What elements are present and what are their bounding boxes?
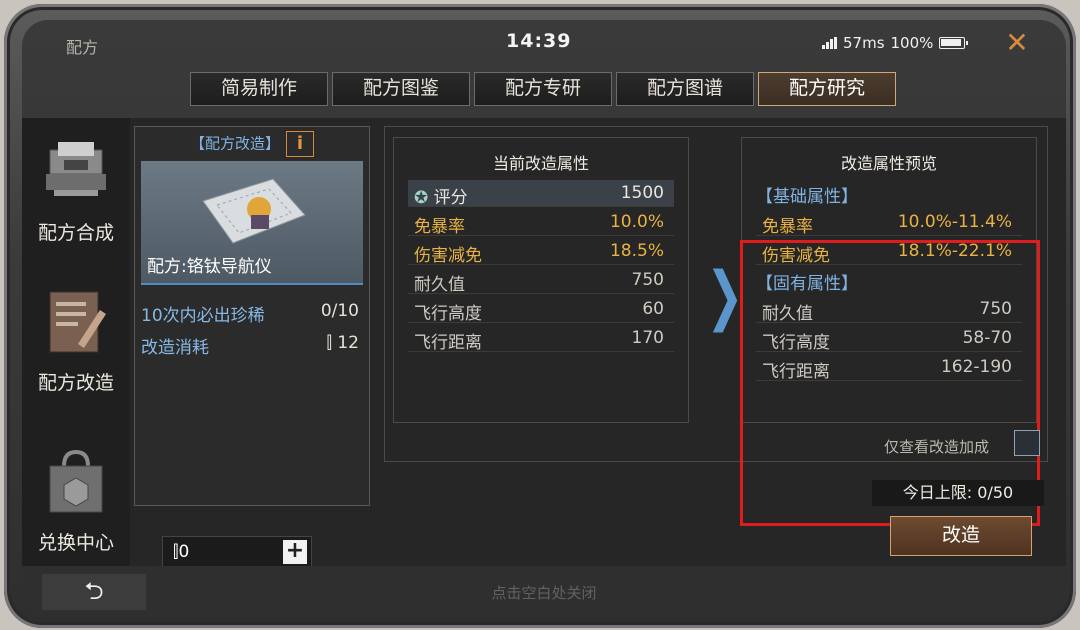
network-status: 57ms 100% bbox=[822, 34, 969, 52]
tab-recipe-atlas[interactable]: 配方图谱 bbox=[616, 72, 754, 106]
guarantee-value: 0/10 bbox=[320, 301, 359, 321]
blueprint-icon bbox=[202, 178, 306, 244]
stat-value: 750 bbox=[631, 270, 664, 290]
stat-row-flight-altitude: 飞行高度 60 bbox=[408, 296, 674, 324]
stat-value: 18.5% bbox=[609, 241, 664, 261]
sidebar-item-label: 配方合成 bbox=[37, 222, 114, 244]
quantity-value-wrap: ⫿0 bbox=[173, 542, 189, 562]
battery-icon bbox=[939, 37, 969, 49]
plus-button[interactable]: + bbox=[283, 540, 307, 564]
tab-recipe-specialty[interactable]: 配方专研 bbox=[474, 72, 612, 106]
recipe-item[interactable]: 配方:铬钛导航仪 bbox=[141, 161, 363, 285]
tab-recipe-research[interactable]: 配方研究 bbox=[758, 72, 896, 106]
quantity-stepper: ⫿0 + bbox=[162, 536, 312, 568]
status-bar: 配方 14:39 57ms 100% ✕ bbox=[22, 20, 1066, 64]
screen: 配方 14:39 57ms 100% ✕ 简易制作 配方图鉴 配方专研 配方图谱… bbox=[22, 20, 1066, 618]
bottom-bar: ⮌ 点击空白处关闭 bbox=[22, 566, 1066, 618]
stat-label: 耐久值 bbox=[414, 275, 465, 295]
only-show-checkbox[interactable] bbox=[1014, 430, 1040, 456]
only-show-label: 仅查看改造加成 bbox=[884, 438, 990, 456]
sidebar-item-recipe-synthesis[interactable]: 配方合成 bbox=[22, 136, 130, 245]
window-title: 配方 bbox=[66, 38, 99, 57]
close-icon[interactable]: ✕ bbox=[1000, 26, 1034, 60]
ping-value: 57ms bbox=[843, 34, 885, 52]
stat-label: 评分 bbox=[433, 188, 468, 208]
basic-attributes-heading: 【基础属性】 bbox=[756, 187, 858, 207]
stat-row-durability: 耐久值 750 bbox=[408, 267, 674, 295]
sidebar-item-exchange-center[interactable]: 兑换中心 bbox=[22, 446, 130, 555]
star-badge-icon: ✪ bbox=[414, 188, 429, 208]
main-panel: 配方合成 配方改造 兑换中心 【配方改造】 i 配方:铬钛导航仪 10次内必出珍… bbox=[22, 118, 1066, 568]
clock: 14:39 bbox=[506, 30, 572, 52]
chevron-right-icon: ❯ bbox=[706, 259, 744, 333]
preview-attributes-title: 改造属性预览 bbox=[840, 154, 937, 173]
stat-label: 伤害减免 bbox=[414, 246, 482, 266]
sidebar-item-label: 兑换中心 bbox=[37, 532, 114, 554]
test-tube-icon: ⫿ bbox=[326, 333, 332, 353]
stat-label: 免暴率 bbox=[762, 217, 813, 237]
sidebar-item-recipe-modify[interactable]: 配方改造 bbox=[22, 286, 130, 395]
modify-button[interactable]: 改造 bbox=[890, 516, 1032, 556]
card-header-title: 【配方改造】 bbox=[189, 134, 280, 153]
tab-recipe-codex[interactable]: 配方图鉴 bbox=[332, 72, 470, 106]
stat-value: 1500 bbox=[620, 183, 664, 203]
guarantee-label: 10次内必出珍稀 bbox=[141, 306, 265, 326]
cost-label: 改造消耗 bbox=[141, 338, 209, 358]
current-attributes-title: 当前改造属性 bbox=[492, 154, 589, 173]
tab-bar: 简易制作 配方图鉴 配方专研 配方图谱 配方研究 bbox=[190, 72, 896, 106]
cost-row: 改造消耗 ⫿ 12 bbox=[141, 333, 363, 358]
printer-icon bbox=[46, 142, 106, 196]
stat-label-wrap: ✪ 评分 bbox=[414, 183, 468, 208]
stat-value: 10.0% bbox=[609, 212, 664, 232]
stat-row-flight-distance: 飞行距离 170 bbox=[408, 325, 674, 353]
stat-value: 10.0%-11.4% bbox=[897, 212, 1012, 232]
info-icon[interactable]: i bbox=[286, 131, 314, 157]
item-name: 配方:铬钛导航仪 bbox=[147, 257, 272, 277]
signal-icon bbox=[822, 37, 837, 49]
stat-row-crit-immunity: 免暴率 10.0% bbox=[408, 209, 674, 237]
stat-label: 飞行距离 bbox=[414, 333, 482, 353]
tab-simple-craft[interactable]: 简易制作 bbox=[190, 72, 328, 106]
sidebar-item-label: 配方改造 bbox=[37, 372, 114, 394]
daily-limit: 今日上限: 0/50 bbox=[872, 480, 1044, 506]
stat-value: 60 bbox=[642, 299, 664, 319]
close-hint[interactable]: 点击空白处关闭 bbox=[22, 582, 1066, 603]
document-pen-icon bbox=[49, 291, 106, 353]
recipe-card: 【配方改造】 i 配方:铬钛导航仪 10次内必出珍稀 0/10 改造消耗 ⫿ 1… bbox=[134, 126, 370, 506]
quantity-value: 0 bbox=[178, 542, 190, 562]
stat-row-score: ✪ 评分 1500 bbox=[408, 180, 674, 208]
stat-row-damage-reduction: 伤害减免 18.5% bbox=[408, 238, 674, 266]
stat-value: 170 bbox=[631, 328, 664, 348]
battery-value: 100% bbox=[890, 34, 934, 52]
sidebar: 配方合成 配方改造 兑换中心 bbox=[22, 118, 130, 566]
cost-value: 12 bbox=[337, 333, 359, 353]
current-attributes-panel: 当前改造属性 ✪ 评分 1500 免暴率 10.0% 伤害减免 18.5% 耐久… bbox=[393, 137, 689, 423]
cost-value-wrap: ⫿ 12 bbox=[327, 333, 360, 353]
device-frame: 配方 14:39 57ms 100% ✕ 简易制作 配方图鉴 配方专研 配方图谱… bbox=[4, 4, 1076, 628]
guarantee-row: 10次内必出珍稀 0/10 bbox=[141, 301, 363, 326]
stat-label: 飞行高度 bbox=[414, 304, 482, 324]
preview-row-crit-immunity: 免暴率 10.0%-11.4% bbox=[756, 209, 1022, 237]
shopping-bag-icon bbox=[49, 449, 103, 513]
stat-label: 免暴率 bbox=[414, 217, 465, 237]
card-header: 【配方改造】 i bbox=[135, 131, 369, 157]
